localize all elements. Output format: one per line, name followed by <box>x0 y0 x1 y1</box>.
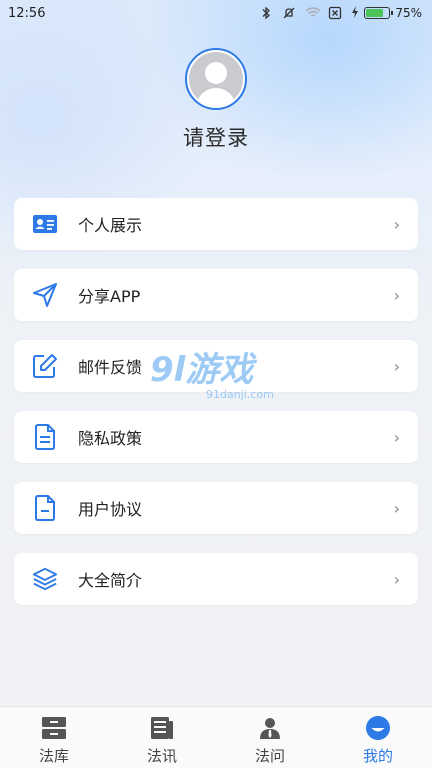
tab-label: 法库 <box>38 747 69 765</box>
menu-item-label: 大全简介 <box>78 571 143 590</box>
chevron-right-icon: › <box>393 356 400 376</box>
menu-item-label: 个人展示 <box>78 216 143 235</box>
avatar[interactable] <box>185 48 247 110</box>
profile-icon <box>365 715 391 741</box>
chevron-right-icon: › <box>393 214 400 234</box>
battery-indicator: 75% <box>351 5 422 22</box>
tab-mine[interactable]: 我的 <box>324 707 432 768</box>
charging-icon <box>351 5 359 22</box>
lawyer-icon <box>257 715 283 741</box>
edit-icon <box>32 353 58 379</box>
menu-item-share-app[interactable]: 分享APP › <box>14 269 418 321</box>
agreement-icon <box>32 495 58 521</box>
battery-icon <box>364 7 394 19</box>
chevron-right-icon: › <box>393 285 400 305</box>
menu-item-privacy-policy[interactable]: 隐私政策 › <box>14 411 418 463</box>
send-icon <box>32 282 58 308</box>
news-icon <box>149 715 175 741</box>
layers-icon <box>32 566 58 592</box>
tab-label: 法问 <box>254 747 285 765</box>
status-bar: 12:56 75% <box>0 0 432 26</box>
tab-label: 我的 <box>362 747 393 765</box>
tab-ask[interactable]: 法问 <box>216 707 324 768</box>
menu-item-user-agreement[interactable]: 用户协议 › <box>14 482 418 534</box>
status-icons: 75% <box>259 5 422 22</box>
sim-icon <box>328 6 342 20</box>
status-time: 12:56 <box>8 5 46 21</box>
profile-header: 请登录 <box>0 48 432 152</box>
chevron-right-icon: › <box>393 498 400 518</box>
menu-item-introduction[interactable]: 大全简介 › <box>14 553 418 605</box>
battery-percent: 75% <box>395 6 422 20</box>
settings-menu: 个人展示 › 分享APP › 邮件反馈 › 隐私政策 › 用户协议 › 大全简介 <box>14 198 418 624</box>
chevron-right-icon: › <box>393 569 400 589</box>
menu-item-personal-showcase[interactable]: 个人展示 › <box>14 198 418 250</box>
bottom-tab-bar: 法库 法讯 法问 我的 <box>0 706 432 768</box>
tab-library[interactable]: 法库 <box>0 707 108 768</box>
default-avatar-icon <box>189 52 243 106</box>
menu-item-label: 隐私政策 <box>78 429 143 448</box>
menu-item-email-feedback[interactable]: 邮件反馈 › <box>14 340 418 392</box>
chevron-right-icon: › <box>393 427 400 447</box>
tab-label: 法讯 <box>146 747 177 765</box>
menu-item-label: 分享APP <box>78 287 141 306</box>
bluetooth-icon <box>259 6 273 20</box>
wifi-icon <box>305 6 321 20</box>
mute-icon <box>282 6 296 20</box>
id-card-icon <box>32 211 58 237</box>
document-icon <box>32 424 58 450</box>
login-prompt[interactable]: 请登录 <box>0 122 432 152</box>
menu-item-label: 用户协议 <box>78 500 143 519</box>
tab-news[interactable]: 法讯 <box>108 707 216 768</box>
menu-item-label: 邮件反馈 <box>78 358 143 377</box>
library-icon <box>41 715 67 741</box>
